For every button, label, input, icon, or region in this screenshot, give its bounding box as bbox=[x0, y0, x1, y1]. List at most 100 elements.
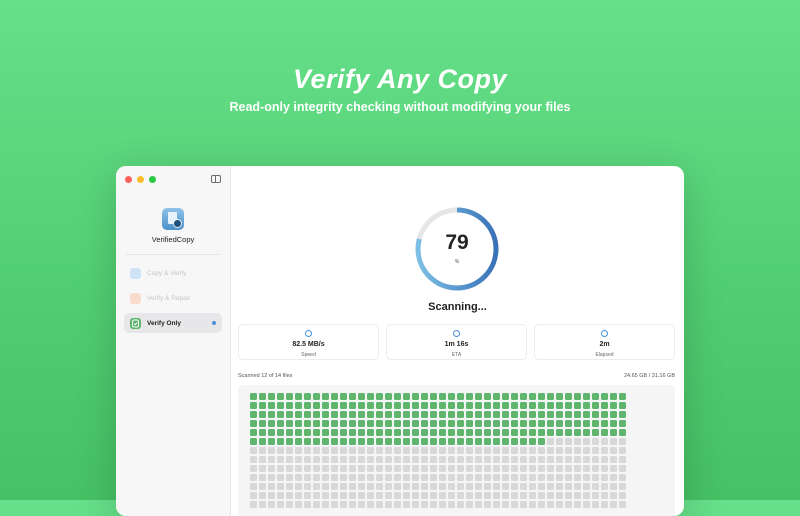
block-pending bbox=[493, 456, 500, 463]
block-verified bbox=[601, 429, 608, 436]
minimize-window-button[interactable] bbox=[137, 176, 144, 183]
block-verified bbox=[457, 411, 464, 418]
block-pending bbox=[574, 456, 581, 463]
block-pending bbox=[601, 501, 608, 508]
block-pending bbox=[538, 492, 545, 499]
block-verified bbox=[574, 411, 581, 418]
block-verified bbox=[466, 402, 473, 409]
block-verified bbox=[619, 393, 626, 400]
block-pending bbox=[340, 465, 347, 472]
block-verified bbox=[448, 411, 455, 418]
block-verified bbox=[394, 402, 401, 409]
block-verified bbox=[475, 393, 482, 400]
block-verified bbox=[412, 429, 419, 436]
block-pending bbox=[583, 438, 590, 445]
block-pending bbox=[475, 483, 482, 490]
block-verified bbox=[619, 411, 626, 418]
files-scanned-count: Scanned 12 of 14 files bbox=[238, 373, 293, 379]
block-pending bbox=[322, 465, 329, 472]
block-verified bbox=[574, 393, 581, 400]
block-verified bbox=[565, 402, 572, 409]
sidebar-item-verify-repair[interactable]: Verify & Repair bbox=[124, 288, 222, 308]
block-pending bbox=[421, 447, 428, 454]
block-verified bbox=[304, 420, 311, 427]
block-pending bbox=[313, 483, 320, 490]
block-pending bbox=[394, 492, 401, 499]
block-verified bbox=[259, 429, 266, 436]
block-pending bbox=[367, 456, 374, 463]
block-verified bbox=[466, 429, 473, 436]
block-pending bbox=[385, 474, 392, 481]
block-pending bbox=[439, 447, 446, 454]
block-pending bbox=[601, 474, 608, 481]
block-verified bbox=[331, 429, 338, 436]
block-verified bbox=[250, 438, 257, 445]
block-pending bbox=[565, 483, 572, 490]
block-verified bbox=[322, 393, 329, 400]
block-verified bbox=[556, 393, 563, 400]
block-pending bbox=[286, 465, 293, 472]
block-verified bbox=[538, 411, 545, 418]
block-map-panel bbox=[238, 385, 675, 516]
clock-icon bbox=[453, 330, 460, 337]
block-pending bbox=[250, 483, 257, 490]
block-pending bbox=[502, 474, 509, 481]
block-pending bbox=[331, 492, 338, 499]
block-pending bbox=[520, 501, 527, 508]
block-pending bbox=[448, 447, 455, 454]
block-pending bbox=[547, 465, 554, 472]
sidebar-item-label: Verify Only bbox=[147, 319, 181, 327]
sidebar-toggle-icon[interactable] bbox=[211, 175, 221, 183]
block-verified bbox=[493, 393, 500, 400]
block-pending bbox=[322, 492, 329, 499]
sidebar-item-copy-verify[interactable]: Copy & Verify bbox=[124, 263, 222, 283]
block-pending bbox=[430, 474, 437, 481]
block-verified bbox=[547, 420, 554, 427]
app-logo-icon bbox=[162, 208, 184, 230]
block-pending bbox=[304, 456, 311, 463]
block-verified bbox=[421, 438, 428, 445]
block-verified bbox=[475, 402, 482, 409]
block-pending bbox=[286, 474, 293, 481]
block-pending bbox=[295, 501, 302, 508]
block-pending bbox=[322, 447, 329, 454]
sidebar-item-verify-only[interactable]: Verify Only bbox=[124, 313, 222, 333]
block-pending bbox=[394, 456, 401, 463]
block-pending bbox=[304, 501, 311, 508]
stat-value: 2m bbox=[599, 341, 610, 348]
block-pending bbox=[412, 483, 419, 490]
block-pending bbox=[547, 483, 554, 490]
block-pending bbox=[520, 474, 527, 481]
block-pending bbox=[574, 483, 581, 490]
close-window-button[interactable] bbox=[125, 176, 132, 183]
block-verified bbox=[340, 411, 347, 418]
block-pending bbox=[448, 474, 455, 481]
block-verified bbox=[367, 393, 374, 400]
block-pending bbox=[466, 492, 473, 499]
block-verified bbox=[322, 420, 329, 427]
block-pending bbox=[385, 483, 392, 490]
block-pending bbox=[367, 501, 374, 508]
block-verified bbox=[583, 402, 590, 409]
block-pending bbox=[592, 465, 599, 472]
block-verified bbox=[448, 438, 455, 445]
block-pending bbox=[385, 456, 392, 463]
block-verified bbox=[520, 420, 527, 427]
zoom-window-button[interactable] bbox=[149, 176, 156, 183]
block-pending bbox=[430, 465, 437, 472]
block-pending bbox=[268, 492, 275, 499]
block-verified bbox=[529, 402, 536, 409]
block-verified bbox=[556, 429, 563, 436]
block-verified bbox=[331, 420, 338, 427]
stat-value: 82.5 MB/s bbox=[292, 341, 325, 348]
bytes-scanned: 24.65 GB / 31.16 GB bbox=[623, 373, 675, 379]
block-verified bbox=[574, 420, 581, 427]
block-pending bbox=[493, 492, 500, 499]
block-verified bbox=[286, 402, 293, 409]
block-verified bbox=[583, 411, 590, 418]
block-verified bbox=[385, 402, 392, 409]
block-verified bbox=[412, 438, 419, 445]
block-pending bbox=[619, 438, 626, 445]
block-verified bbox=[529, 393, 536, 400]
block-verified bbox=[502, 420, 509, 427]
